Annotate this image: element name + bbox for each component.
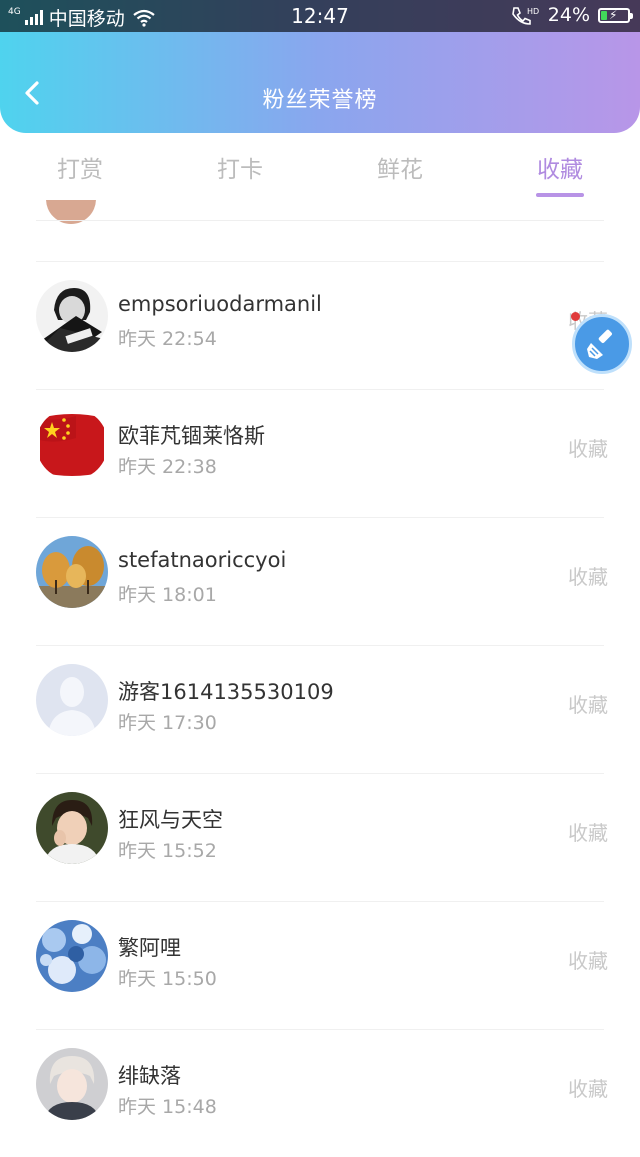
list-item[interactable]: 狂风与天空 昨天 15:52 收藏	[36, 773, 608, 901]
timestamp: 昨天 22:54	[118, 328, 217, 350]
favorite-label: 收藏	[568, 821, 608, 845]
tab-label: 鲜花	[377, 157, 423, 183]
hd-call-icon: HD	[511, 7, 539, 25]
active-tab-indicator	[536, 193, 584, 197]
avatar	[36, 280, 108, 352]
fan-list: empsoriuodarmanil 昨天 22:54 收藏 欧菲芃锢莱恪斯 昨天…	[0, 261, 640, 1157]
favorite-label: 收藏	[568, 693, 608, 717]
tab-favorites[interactable]: 收藏	[480, 150, 640, 200]
timestamp: 昨天 15:48	[118, 1096, 217, 1118]
avatar	[36, 1048, 108, 1120]
list-item[interactable]: 繁阿哩 昨天 15:50 收藏	[36, 901, 608, 1029]
tab-label: 打卡	[217, 157, 263, 183]
timestamp: 昨天 17:30	[118, 712, 217, 734]
status-right: HD 24% ⚡	[510, 4, 633, 26]
list-item[interactable]: empsoriuodarmanil 昨天 22:54 收藏	[36, 261, 608, 389]
floating-clean-button[interactable]	[572, 314, 632, 374]
timestamp: 昨天 22:38	[118, 456, 217, 478]
tab-label: 收藏	[537, 157, 583, 183]
page-title: 粉丝荣誉榜	[262, 88, 378, 113]
user-name: 欧菲芃锢莱恪斯	[118, 424, 265, 448]
avatar	[36, 792, 108, 864]
header-bar: 4G 中国移动 12:47 HD 24% ⚡ 粉丝荣誉榜	[0, 0, 640, 133]
tab-bar: 打赏 打卡 鲜花 收藏	[0, 150, 640, 200]
favorite-label: 收藏	[568, 565, 608, 589]
user-name: 游客1614135530109	[118, 680, 334, 704]
battery-level	[601, 10, 607, 20]
avatar	[36, 408, 108, 480]
battery-icon: ⚡	[598, 7, 633, 23]
user-name: 狂风与天空	[118, 808, 223, 832]
list-item[interactable]: 游客1614135530109 昨天 17:30 收藏	[36, 645, 608, 773]
charging-icon: ⚡	[609, 7, 618, 22]
avatar	[36, 920, 108, 992]
avatar	[36, 664, 108, 736]
tab-checkin[interactable]: 打卡	[160, 150, 320, 200]
favorite-label: 收藏	[568, 1077, 608, 1101]
timestamp: 昨天 15:50	[118, 968, 217, 990]
user-name: 绯缺落	[118, 1064, 181, 1088]
user-name: stefatnaoriccyoi	[118, 548, 287, 572]
timestamp: 昨天 15:52	[118, 840, 217, 862]
user-name: 繁阿哩	[118, 936, 181, 960]
favorite-label: 收藏	[568, 949, 608, 973]
list-item[interactable]: stefatnaoriccyoi 昨天 18:01 收藏	[36, 517, 608, 645]
battery-percent: 24%	[547, 4, 590, 26]
status-bar: 4G 中国移动 12:47 HD 24% ⚡	[0, 0, 640, 32]
favorite-label: 收藏	[568, 437, 608, 461]
tab-flowers[interactable]: 鲜花	[320, 150, 480, 200]
avatar	[36, 536, 108, 608]
list-item[interactable]: 欧菲芃锢莱恪斯 昨天 22:38 收藏	[36, 389, 608, 517]
user-name: empsoriuodarmanil	[118, 292, 322, 316]
tab-label: 打赏	[57, 157, 103, 183]
divider	[36, 220, 604, 221]
brush-icon	[587, 329, 612, 359]
tab-reward[interactable]: 打赏	[0, 150, 160, 200]
scrolled-avatar	[46, 200, 96, 226]
notification-dot	[571, 312, 580, 321]
hd-label: HD	[527, 7, 539, 16]
timestamp: 昨天 18:01	[118, 584, 217, 606]
